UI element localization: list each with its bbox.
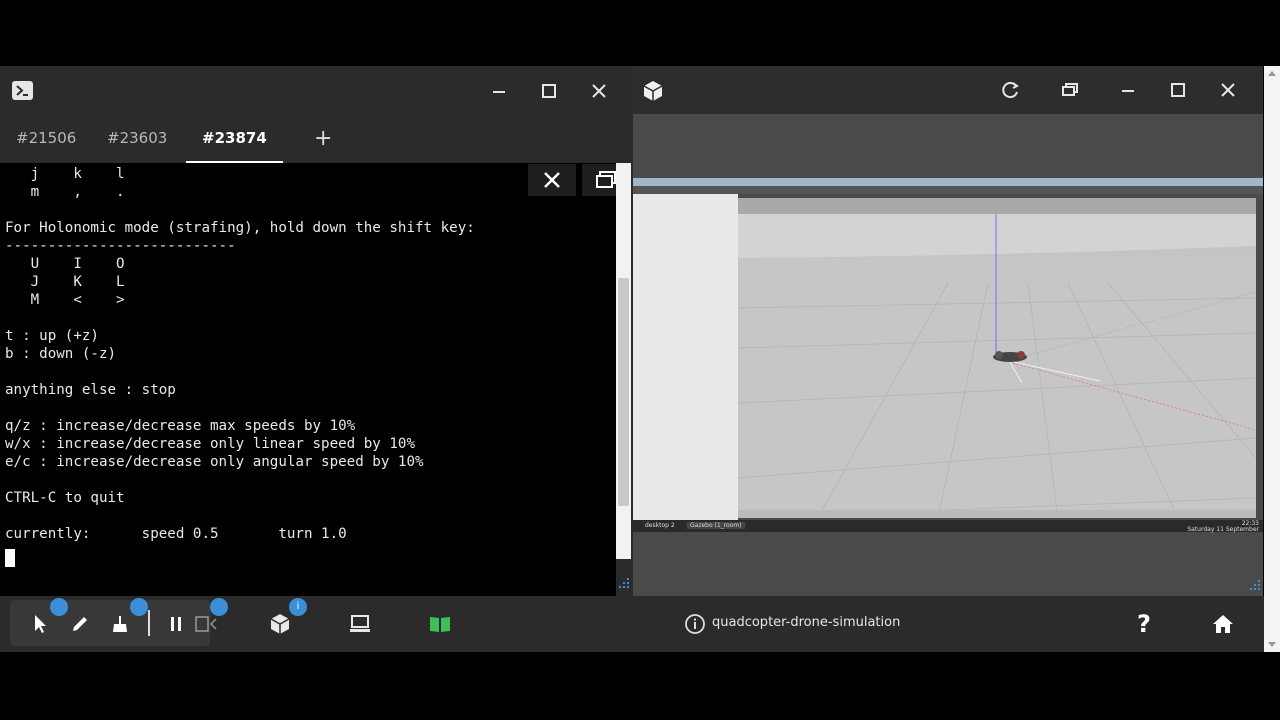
date: Saturday 11 September bbox=[1187, 526, 1259, 533]
terminal-cursor bbox=[5, 549, 15, 567]
tab-21506[interactable]: #21506 bbox=[0, 116, 92, 161]
terminal-tabs: #21506 #23603 #23874 + bbox=[0, 116, 633, 163]
pencil-icon[interactable] bbox=[60, 604, 100, 644]
divider bbox=[148, 610, 150, 636]
restore-window-icon[interactable] bbox=[1055, 75, 1085, 105]
maximize-icon[interactable] bbox=[1163, 75, 1193, 105]
terminal-text: j k l m , . For Holonomic mode (strafing… bbox=[5, 166, 475, 542]
close-icon[interactable] bbox=[584, 76, 614, 106]
book-icon[interactable] bbox=[420, 604, 460, 644]
resize-handle-icon[interactable] bbox=[1247, 578, 1261, 592]
terminal-window: #21506 #23603 #23874 + j k l m , . For H… bbox=[0, 66, 633, 596]
terminal-scrollbar[interactable] bbox=[616, 163, 631, 559]
tab-23603[interactable]: #23603 bbox=[91, 116, 183, 161]
home-icon[interactable] bbox=[1203, 604, 1243, 644]
desktop-label: desktop 2 bbox=[645, 522, 675, 529]
simulation-window: desktop 2 Gazebo (1_room) 22:33 Saturday… bbox=[633, 66, 1263, 596]
maximize-icon[interactable] bbox=[534, 76, 564, 106]
badge bbox=[130, 598, 148, 616]
gazebo-window-titlebar bbox=[633, 178, 1263, 186]
gazebo-side-panel[interactable] bbox=[633, 194, 738, 520]
add-tab-button[interactable]: + bbox=[298, 116, 348, 161]
simulation-titlebar bbox=[633, 66, 1263, 114]
desktop-icon[interactable] bbox=[340, 604, 380, 644]
gazebo-toolbar bbox=[633, 186, 1263, 194]
gazebo-3d-viewport[interactable] bbox=[738, 198, 1256, 518]
close-overlay-button[interactable] bbox=[528, 164, 576, 196]
terminal-output[interactable]: j k l m , . For Holonomic mode (strafing… bbox=[0, 163, 616, 596]
minimize-icon[interactable] bbox=[484, 76, 514, 106]
refresh-icon[interactable] bbox=[996, 75, 1026, 105]
scrollbar-thumb[interactable] bbox=[618, 278, 629, 506]
gazebo-task-button[interactable]: Gazebo (1_room) bbox=[687, 522, 745, 529]
badge bbox=[210, 598, 228, 616]
page-scrollbar[interactable] bbox=[1264, 66, 1280, 652]
cube-app-icon bbox=[643, 80, 663, 106]
close-icon[interactable] bbox=[1213, 75, 1243, 105]
app-name-label: quadcopter-drone-simulation bbox=[712, 615, 901, 630]
help-icon[interactable]: ? bbox=[1124, 604, 1164, 644]
terminal-app-icon bbox=[12, 81, 33, 100]
tab-23874[interactable]: #23874 bbox=[186, 116, 283, 163]
info-icon bbox=[684, 613, 706, 639]
resize-handle-icon[interactable] bbox=[616, 576, 630, 590]
gazebo-taskbar: desktop 2 Gazebo (1_room) 22:33 Saturday… bbox=[633, 520, 1263, 533]
bottom-dock: i quadcopter-drone-simulation ? bbox=[0, 596, 1264, 652]
terminal-titlebar bbox=[0, 66, 633, 116]
info-badge: i bbox=[289, 598, 307, 616]
minimize-icon[interactable] bbox=[1113, 75, 1143, 105]
